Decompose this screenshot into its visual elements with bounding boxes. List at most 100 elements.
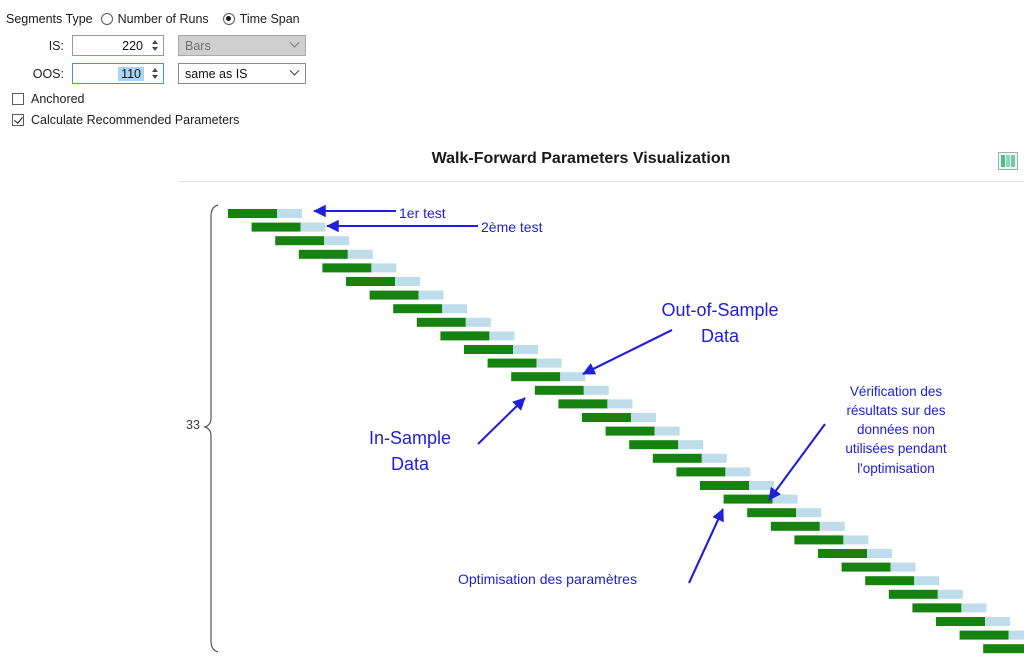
radio-time-span-mark[interactable] — [222, 12, 235, 25]
is-spinner-down-icon[interactable] — [151, 47, 158, 51]
annotation-out-of-sample-line2: Data — [700, 326, 740, 347]
bar-out-of-sample — [395, 277, 420, 286]
bar-out-of-sample — [985, 617, 1010, 626]
checkbox-anchored-label: Anchored — [31, 92, 85, 106]
checkbox-calculate-recommended[interactable]: Calculate Recommended Parameters — [6, 111, 400, 129]
checkbox-anchored[interactable]: Anchored — [6, 90, 400, 108]
oos-spinner-down-icon[interactable] — [151, 75, 158, 79]
bar-out-of-sample — [560, 372, 586, 382]
oos-spinner-up-icon[interactable] — [151, 68, 158, 72]
bar-in-sample — [605, 426, 655, 436]
walk-forward-settings-panel: Segments Type Number of Runs Time Span I… — [0, 0, 400, 129]
bar-in-sample — [464, 345, 513, 354]
radio-time-span-label: Time Span — [239, 11, 300, 26]
chevron-down-icon[interactable] — [286, 37, 302, 49]
annotation-arrows — [313, 204, 826, 584]
bar-out-of-sample — [701, 453, 727, 463]
bar-out-of-sample — [347, 249, 373, 259]
bar-in-sample — [582, 413, 631, 422]
is-spinner-up-icon[interactable] — [151, 40, 158, 44]
bar-in-sample — [558, 399, 608, 409]
annotation-in-sample: In-Sample Data — [345, 425, 475, 477]
oos-spinner[interactable]: 110 — [72, 63, 164, 84]
bar-out-of-sample — [867, 549, 892, 558]
bar-in-sample — [534, 385, 584, 395]
bar-in-sample — [700, 481, 749, 490]
oos-unit-dropdown[interactable]: same as IS — [178, 63, 306, 84]
annotation-arrow — [768, 423, 826, 501]
bar-in-sample — [818, 549, 867, 558]
chart-header: Walk-Forward Parameters Visualization — [178, 146, 1024, 182]
is-unit-dropdown[interactable]: Bars — [178, 35, 306, 56]
bar-out-of-sample — [418, 290, 444, 300]
annotation-first-test: 1er test — [399, 205, 446, 221]
bar-out-of-sample — [442, 304, 468, 314]
is-value[interactable]: 220 — [73, 39, 148, 53]
annotation-verification: Vérification des résultats sur des donné… — [820, 382, 972, 478]
oos-spinner-arrows[interactable] — [148, 64, 161, 83]
bar-out-of-sample — [890, 562, 916, 572]
bar-out-of-sample — [914, 576, 940, 586]
bar-in-sample — [959, 630, 1009, 640]
segments-type-radio-group: Number of Runs Time Span — [100, 11, 314, 26]
bar-out-of-sample — [1008, 630, 1024, 640]
annotation-optimisation: Optimisation des paramètres — [458, 571, 637, 587]
checkbox-anchored-box[interactable] — [12, 93, 24, 105]
annotation-second-test: 2ème test — [481, 219, 543, 235]
bar-out-of-sample — [324, 236, 350, 246]
radio-number-of-runs[interactable]: Number of Runs — [100, 11, 209, 26]
is-spinner[interactable]: 220 — [72, 35, 164, 56]
is-spinner-arrows[interactable] — [148, 36, 161, 55]
bar-out-of-sample — [607, 399, 633, 409]
oos-label: OOS: — [32, 66, 64, 81]
oos-value[interactable]: 110 — [118, 66, 144, 81]
bar-out-of-sample — [465, 317, 491, 327]
bar-in-sample — [936, 617, 985, 626]
bar-out-of-sample — [371, 263, 397, 273]
bar-in-sample — [794, 535, 844, 545]
oos-unit-value: same as IS — [185, 66, 248, 81]
checkbox-calculate-recommended-label: Calculate Recommended Parameters — [31, 113, 240, 127]
bar-out-of-sample — [772, 494, 798, 504]
bar-in-sample — [770, 521, 820, 531]
bar-in-sample — [676, 467, 726, 477]
annotation-arrow — [688, 508, 724, 584]
bar-out-of-sample — [843, 535, 869, 545]
chevron-down-icon[interactable] — [286, 65, 302, 77]
bar-in-sample — [652, 453, 702, 463]
is-unit-value: Bars — [185, 38, 211, 53]
bar-out-of-sample — [678, 440, 704, 450]
oos-field-row: OOS: 110 same as IS — [6, 60, 400, 87]
annotation-verification-line3: données non — [856, 422, 936, 438]
bar-in-sample — [865, 576, 915, 586]
radio-time-span[interactable]: Time Span — [222, 11, 300, 26]
annotation-verification-line5: l'optimisation — [857, 460, 935, 476]
bar-in-sample — [393, 304, 443, 314]
annotation-verification-line4: utilisées pendant — [845, 441, 947, 457]
radio-number-of-runs-label: Number of Runs — [117, 11, 209, 26]
segments-type-row: Segments Type Number of Runs Time Span — [6, 6, 400, 31]
bar-out-of-sample — [654, 426, 680, 436]
bar-in-sample — [322, 263, 372, 273]
annotation-in-sample-line1: In-Sample — [368, 428, 452, 448]
annotation-in-sample-line2: Data — [390, 454, 430, 475]
bar-in-sample — [251, 222, 301, 232]
annotation-out-of-sample-line1: Out-of-Sample — [661, 300, 779, 320]
is-label: IS: — [48, 38, 64, 53]
annotation-out-of-sample: Out-of-Sample Data — [640, 297, 800, 349]
bar-out-of-sample — [631, 413, 656, 422]
bar-out-of-sample — [513, 345, 538, 354]
bar-in-sample — [440, 331, 490, 341]
bar-in-sample — [747, 508, 797, 518]
segment-count-brace — [203, 204, 219, 653]
bar-in-sample — [487, 358, 537, 368]
bar-out-of-sample — [277, 209, 302, 218]
bar-in-sample — [511, 372, 561, 382]
checkbox-calculate-recommended-box[interactable] — [12, 114, 24, 126]
bar-in-sample — [841, 562, 891, 572]
table-grid-icon[interactable] — [998, 152, 1018, 170]
chart-title: Walk-Forward Parameters Visualization — [431, 150, 731, 167]
radio-number-of-runs-mark[interactable] — [100, 12, 113, 25]
bar-in-sample — [723, 494, 773, 504]
is-field-row: IS: 220 Bars — [6, 32, 400, 59]
